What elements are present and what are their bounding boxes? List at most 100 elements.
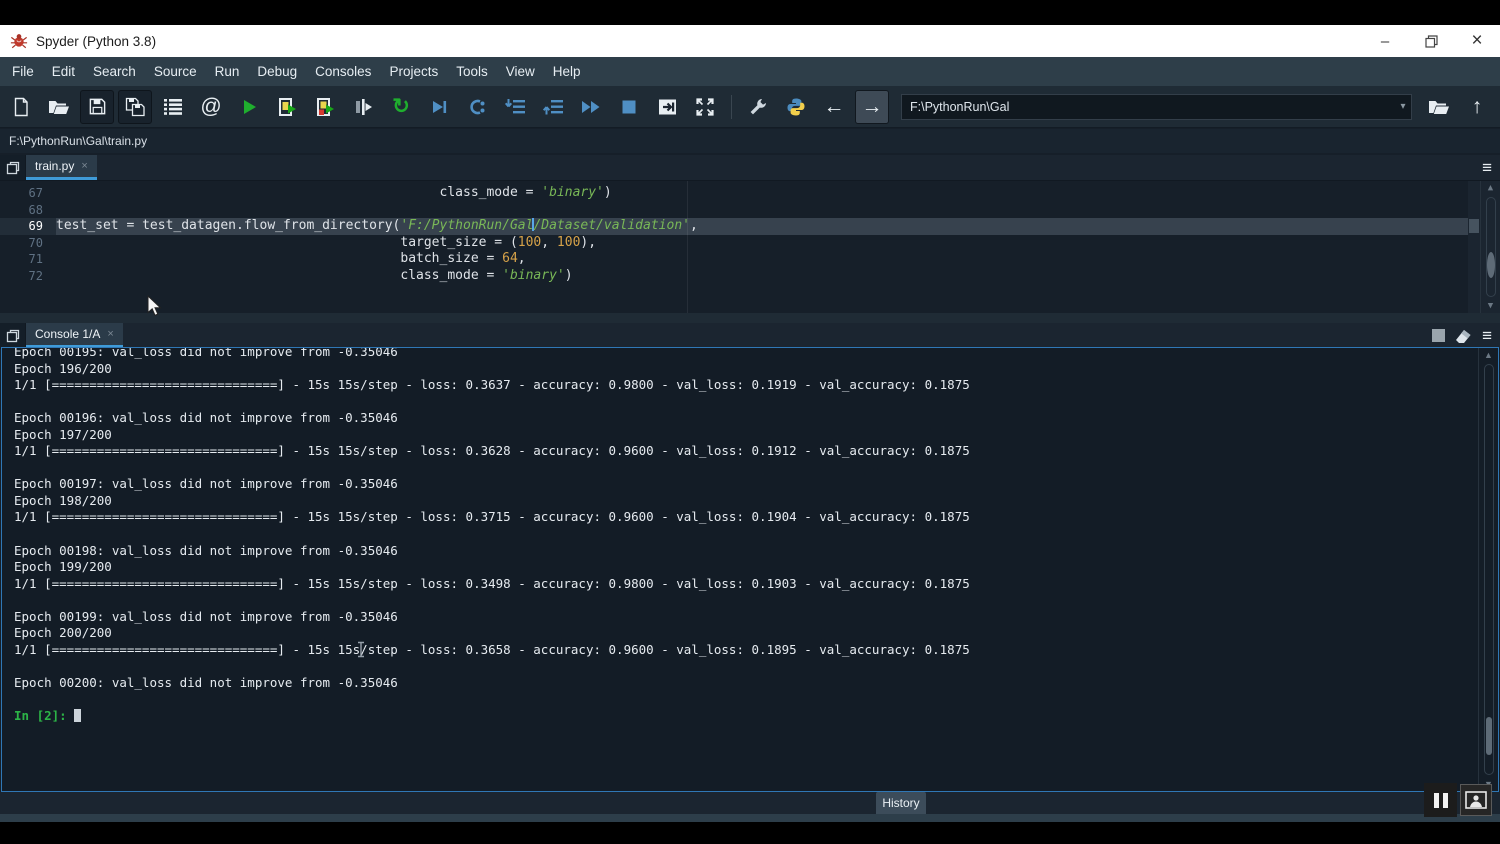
- console-browse-tabs-button[interactable]: [0, 323, 26, 348]
- console-line: [14, 460, 1474, 477]
- step-return-button[interactable]: [536, 90, 570, 124]
- close-icon: ×: [1471, 30, 1482, 52]
- editor-browse-tabs-button[interactable]: [0, 155, 26, 180]
- menu-item-help[interactable]: Help: [544, 57, 590, 86]
- stop-icon: [619, 97, 639, 117]
- save-file-button[interactable]: [80, 90, 114, 124]
- step-over-icon: [467, 97, 487, 117]
- continue-button[interactable]: [574, 90, 608, 124]
- run-cell-button[interactable]: [270, 90, 304, 124]
- console-options-menu-icon[interactable]: ≡: [1482, 327, 1492, 344]
- step-over-button[interactable]: [460, 90, 494, 124]
- menu-item-view[interactable]: View: [497, 57, 544, 86]
- text-cursor: [356, 641, 366, 658]
- tab-close-icon[interactable]: ×: [81, 160, 87, 172]
- file-list-icon: [163, 98, 183, 116]
- run-external-button[interactable]: [650, 90, 684, 124]
- ipython-console[interactable]: Epoch 00195: val_loss did not improve fr…: [1, 347, 1499, 792]
- tab-history[interactable]: History: [876, 792, 926, 814]
- close-button[interactable]: ×: [1454, 25, 1500, 57]
- console-line: Epoch 00198: val_loss did not improve fr…: [14, 543, 1474, 560]
- code-token: class_mode =: [56, 185, 541, 200]
- code-token: 'F:/PythonRun/Gal: [400, 218, 533, 233]
- console-line: Epoch 00195: val_loss did not improve fr…: [14, 347, 1474, 361]
- menu-item-file[interactable]: File: [3, 57, 43, 86]
- menu-item-source[interactable]: Source: [145, 57, 206, 86]
- save-all-icon: [125, 97, 146, 117]
- tab-close-icon[interactable]: ×: [107, 328, 113, 340]
- minimize-icon: –: [1381, 33, 1389, 50]
- main-toolbar: @ ↻: [0, 86, 1500, 128]
- minimize-button[interactable]: –: [1362, 25, 1408, 57]
- step-into-button[interactable]: [498, 90, 532, 124]
- menu-item-tools[interactable]: Tools: [447, 57, 497, 86]
- debug-file-button[interactable]: [422, 90, 456, 124]
- console-bottom-tabstrip: History: [0, 792, 1500, 814]
- editor-scroll-up-icon[interactable]: ▲: [1488, 181, 1493, 195]
- console-scroll-thumb[interactable]: [1486, 717, 1492, 755]
- preferences-button[interactable]: [741, 90, 775, 124]
- line-number: 67: [0, 185, 56, 202]
- interrupt-kernel-icon[interactable]: [1432, 329, 1445, 342]
- clear-console-icon[interactable]: [1454, 328, 1473, 343]
- file-switcher-button[interactable]: [156, 90, 190, 124]
- pane-splitter[interactable]: [0, 313, 1500, 323]
- editor-scroll-track[interactable]: [1486, 197, 1496, 297]
- tab-console-1a[interactable]: Console 1/A ×: [26, 323, 123, 348]
- browse-folder-icon: [1428, 97, 1450, 117]
- menu-item-run[interactable]: Run: [206, 57, 249, 86]
- menu-item-projects[interactable]: Projects: [380, 57, 447, 86]
- stop-debug-button[interactable]: [612, 90, 646, 124]
- console-scroll-up-icon[interactable]: ▲: [1484, 348, 1493, 362]
- new-file-button[interactable]: [4, 90, 38, 124]
- editor-scrollbar[interactable]: ▲ ▼: [1480, 181, 1500, 313]
- editor-scrollflag-marker: [1469, 219, 1479, 233]
- line-number: 69: [0, 218, 56, 235]
- console-line: Epoch 00200: val_loss did not improve fr…: [14, 675, 1474, 692]
- find-symbols-button[interactable]: @: [194, 90, 228, 124]
- back-arrow-icon: ←: [824, 96, 845, 117]
- working-directory-combobox[interactable]: F:\PythonRun\Gal ▾: [901, 94, 1412, 120]
- mouse-cursor: [147, 295, 163, 317]
- save-all-button[interactable]: [118, 90, 152, 124]
- run-selection-button[interactable]: [346, 90, 380, 124]
- combobox-caret-icon[interactable]: ▾: [1395, 101, 1411, 112]
- menu-item-search[interactable]: Search: [84, 57, 145, 86]
- console-scrollbar[interactable]: ▲ ▼: [1478, 348, 1498, 791]
- browse-working-directory-button[interactable]: [1422, 90, 1456, 124]
- run-file-button[interactable]: [232, 90, 266, 124]
- code-token: ,: [541, 235, 557, 250]
- open-file-button[interactable]: [42, 90, 76, 124]
- video-pause-button[interactable]: [1424, 783, 1457, 817]
- at-symbol-icon: @: [200, 96, 221, 117]
- console-scroll-track[interactable]: [1484, 364, 1494, 775]
- editor-options-menu-icon[interactable]: ≡: [1482, 159, 1492, 176]
- maximize-pane-button[interactable]: [688, 90, 722, 124]
- restore-button[interactable]: [1408, 25, 1454, 57]
- ipython-prompt: In [2]:: [14, 708, 74, 723]
- run-cell-advance-button[interactable]: [308, 90, 342, 124]
- code-editor[interactable]: 67 class_mode = 'binary')6869test_set = …: [0, 181, 1500, 313]
- line-number: 71: [0, 251, 56, 268]
- back-button[interactable]: ←: [817, 90, 851, 124]
- menu-item-consoles[interactable]: Consoles: [306, 57, 380, 86]
- console-line: Epoch 00199: val_loss did not improve fr…: [14, 609, 1474, 626]
- parent-directory-button[interactable]: ↑: [1460, 90, 1494, 124]
- console-line: 1/1 [==============================] - 1…: [14, 576, 1474, 593]
- new-file-icon: [11, 97, 31, 117]
- editor-line-68: 68: [0, 202, 1500, 219]
- forward-button[interactable]: →: [855, 90, 889, 124]
- tab-train-py[interactable]: train.py ×: [26, 155, 97, 180]
- rerun-cell-button[interactable]: ↻: [384, 90, 418, 124]
- code-token: 'binary': [541, 185, 604, 200]
- console-line: Epoch 199/200: [14, 559, 1474, 576]
- menu-item-debug[interactable]: Debug: [248, 57, 306, 86]
- pythonpath-button[interactable]: [779, 90, 813, 124]
- menu-item-edit[interactable]: Edit: [43, 57, 84, 86]
- console-line: [14, 691, 1474, 708]
- editor-line-69: 69test_set = test_datagen.flow_from_dire…: [0, 218, 1500, 235]
- video-pip-button[interactable]: [1460, 784, 1492, 816]
- editor-scroll-down-icon[interactable]: ▼: [1488, 299, 1493, 313]
- editor-scroll-thumb[interactable]: [1487, 252, 1495, 278]
- wrench-icon: [748, 97, 768, 117]
